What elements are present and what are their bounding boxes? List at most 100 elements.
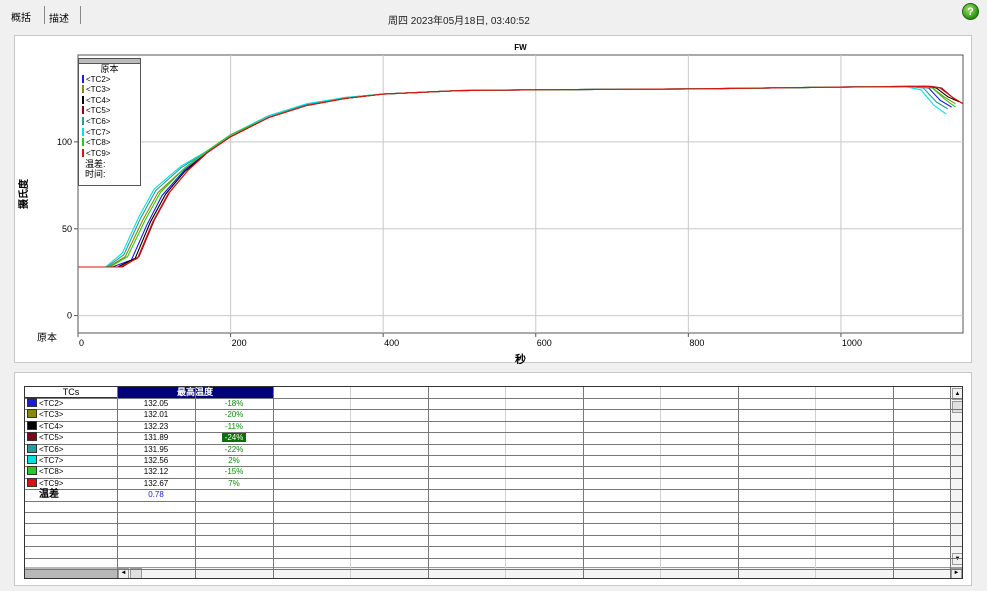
percent-value: -20% <box>195 409 273 420</box>
max-temp-value: 132.67 <box>143 478 169 488</box>
y-tick-label: 100 <box>57 137 72 147</box>
percent-value: -15% <box>195 466 273 477</box>
chart-legend: 原本 <TC2> <TC3> <TC4> <TC5> <TC6> <TC7> <TC8> <T… <box>78 58 141 186</box>
max-temp-value: 132.12 <box>143 467 169 477</box>
max-temp-value: 131.89 <box>143 433 169 443</box>
row-divider <box>25 500 962 502</box>
column-divider <box>815 387 816 578</box>
tab-divider <box>44 6 45 24</box>
legend-entry: <TC2> <box>79 74 140 86</box>
legend-swatch <box>82 138 84 147</box>
tc-name: <TC5> <box>39 433 64 443</box>
max-temp-value: 131.95 <box>143 444 169 454</box>
legend-entry-label: <TC4> <box>86 95 111 105</box>
tc-name-cell: <TC2> <box>27 398 63 409</box>
column-header-tcs[interactable]: TCs <box>25 387 117 398</box>
tc-color-swatch <box>27 455 37 464</box>
legend-entry: <TC9> <box>79 148 140 160</box>
tc-name: <TC6> <box>39 444 64 454</box>
column-divider <box>273 387 274 578</box>
datetime-label: 周四 2023年05月18日, 03:40:52 <box>388 16 530 27</box>
table-row[interactable]: <TC4> 132.23 -11% <box>25 420 273 432</box>
vertical-scrollbar[interactable]: ▲ ▼ <box>950 387 962 578</box>
x-tick-label: 600 <box>537 338 552 348</box>
tc-color-swatch <box>27 409 37 419</box>
legend-time-label: 时间: <box>85 169 106 180</box>
tab-summary[interactable]: 概括 <box>11 9 31 24</box>
tc-name: <TC8> <box>39 467 64 477</box>
tc-color-swatch <box>27 432 37 442</box>
tc-name-cell: <TC6> <box>27 443 64 455</box>
legend-entry-label: <TC6> <box>86 116 111 126</box>
row-divider <box>25 546 962 548</box>
tc-name: <TC4> <box>39 421 64 431</box>
column-divider <box>660 387 661 578</box>
percent-value: -22% <box>195 444 273 455</box>
legend-entry-label: <TC5> <box>86 106 111 116</box>
tc-color-swatch <box>27 466 37 476</box>
y-tick-label: 0 <box>67 311 72 321</box>
percent-text: -24% <box>221 433 247 443</box>
tc-name-cell: <TC3> <box>27 409 63 420</box>
scroll-thumb[interactable] <box>952 401 962 413</box>
line-chart: 0 200 400 600 800 1000050100FW秒原本摄氏度 <box>17 43 964 364</box>
column-divider <box>893 387 894 578</box>
row-divider <box>25 523 962 525</box>
column-divider <box>350 387 351 578</box>
legend-swatch <box>82 148 84 157</box>
max-temp-value: 132.23 <box>143 421 169 431</box>
table-row-diff[interactable]: 温差 0.78 <box>25 489 273 500</box>
table-row[interactable]: <TC5> 131.89 -24% <box>25 432 273 443</box>
tc-name-cell: <TC7> <box>27 455 63 466</box>
row-divider <box>25 557 962 559</box>
tc-color-swatch <box>27 477 37 487</box>
percent-value: 2% <box>195 455 273 466</box>
diff-label: 温差 <box>39 489 59 501</box>
tc-name-cell: <TC9> <box>27 477 64 489</box>
percent-text: -20% <box>224 410 244 420</box>
table-row[interactable]: <TC2> 132.05 -18% <box>25 398 273 409</box>
legend-swatch <box>82 74 84 83</box>
y-axis-label: 摄氏度 <box>17 178 30 209</box>
table-row[interactable]: <TC9> 132.67 7% <box>25 477 273 489</box>
column-divider <box>950 387 951 578</box>
percent-value: 7% <box>195 478 273 489</box>
percent-text: 2% <box>228 456 240 465</box>
table-row[interactable]: <TC3> 132.01 -20% <box>25 409 273 420</box>
x-tick-label: 1000 <box>842 338 862 348</box>
x-tick-label: 400 <box>384 338 399 348</box>
plot-area <box>77 54 964 334</box>
legend-entry-label: <TC7> <box>86 127 111 137</box>
tc-name-cell: <TC5> <box>27 432 63 443</box>
percent-text: 7% <box>228 478 240 488</box>
percent-value: -18% <box>195 398 273 409</box>
column-divider <box>738 387 739 578</box>
percent-text: -22% <box>224 444 244 454</box>
legend-swatch <box>82 85 84 94</box>
y-tick-label: 50 <box>62 224 72 234</box>
percent-text: -11% <box>224 421 244 431</box>
tc-name: <TC2> <box>39 399 64 408</box>
legend-entry: <TC6> <box>79 116 140 128</box>
legend-entry: <TC4> <box>79 95 140 107</box>
legend-entry-label: <TC3> <box>86 85 111 95</box>
table-row[interactable]: <TC6> 131.95 -22% <box>25 443 273 455</box>
max-temp-value: 132.05 <box>143 399 169 408</box>
tc-name-cell: <TC4> <box>27 420 64 432</box>
tc-color-swatch <box>27 443 37 453</box>
percent-text: -15% <box>224 467 244 477</box>
row-divider <box>25 512 962 513</box>
legend-entry: <TC5> <box>79 106 140 117</box>
table-row[interactable]: <TC7> 132.56 2% <box>25 455 273 466</box>
legend-entry: <TC8> <box>79 138 140 149</box>
legend-entry-label: <TC9> <box>86 148 111 158</box>
tab-bar: 概括 描述 周四 2023年05月18日, 03:40:52 ? <box>0 0 987 32</box>
scroll-down-icon[interactable]: ▼ <box>952 553 962 565</box>
max-temp-value: 132.01 <box>143 410 169 420</box>
tc-name: <TC9> <box>39 478 64 488</box>
help-icon[interactable]: ? <box>962 3 979 20</box>
results-table-panel: TCs 最高温度 ▲ ▼ ◄ ► <TC2> 132.05 -18% <TC3> 132… <box>14 372 972 586</box>
tab-description[interactable]: 描述 <box>49 10 69 25</box>
table-row[interactable]: <TC8> 132.12 -15% <box>25 466 273 477</box>
legend-swatch <box>82 95 84 104</box>
